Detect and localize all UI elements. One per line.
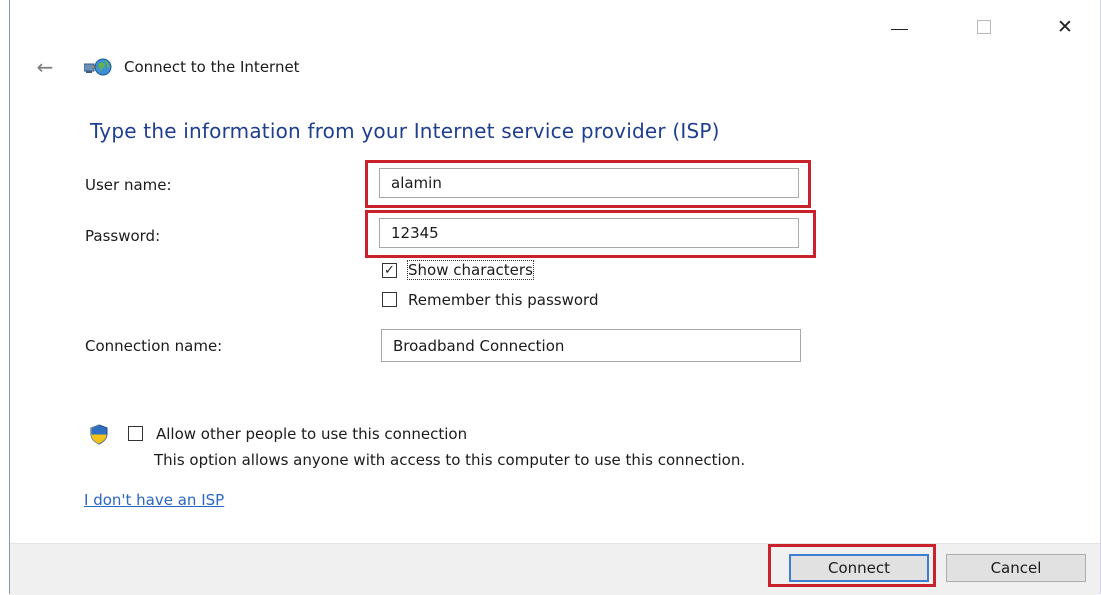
username-field[interactable] (379, 168, 799, 198)
allow-others-description: This option allows anyone with access to… (154, 451, 746, 469)
connect-button[interactable]: Connect (789, 554, 929, 582)
back-button[interactable]: ← (30, 56, 60, 78)
show-characters-checkbox[interactable]: ✓ (382, 263, 397, 278)
back-arrow-icon: ← (36, 55, 54, 79)
checkmark-icon: ✓ (384, 263, 395, 278)
uac-shield-icon (90, 424, 108, 445)
remember-password-checkbox[interactable] (382, 292, 397, 307)
remember-password-label[interactable]: Remember this password (408, 291, 598, 309)
network-globe-icon (84, 58, 112, 76)
username-label: User name: (85, 176, 172, 194)
maximize-icon (977, 20, 991, 34)
dialog-footer (10, 543, 1100, 595)
allow-others-label[interactable]: Allow other people to use this connectio… (156, 425, 467, 443)
minimize-button[interactable] (882, 12, 916, 42)
cancel-button[interactable]: Cancel (946, 554, 1086, 582)
dialog-window: ✕ ← Connect to the Internet Type the inf… (9, 0, 1101, 595)
maximize-button[interactable] (967, 12, 1001, 42)
window-title: Connect to the Internet (124, 58, 300, 76)
connection-name-label: Connection name: (85, 337, 223, 355)
password-label: Password: (85, 227, 161, 245)
minimize-icon (890, 28, 908, 30)
connection-name-field[interactable] (381, 329, 801, 362)
no-isp-link[interactable]: I don't have an ISP (84, 491, 224, 509)
close-icon: ✕ (1057, 16, 1073, 38)
show-characters-label[interactable]: Show characters (407, 260, 534, 280)
password-field[interactable] (379, 218, 799, 248)
close-button[interactable]: ✕ (1048, 12, 1082, 42)
allow-others-checkbox[interactable] (128, 426, 143, 441)
page-heading: Type the information from your Internet … (90, 119, 720, 143)
